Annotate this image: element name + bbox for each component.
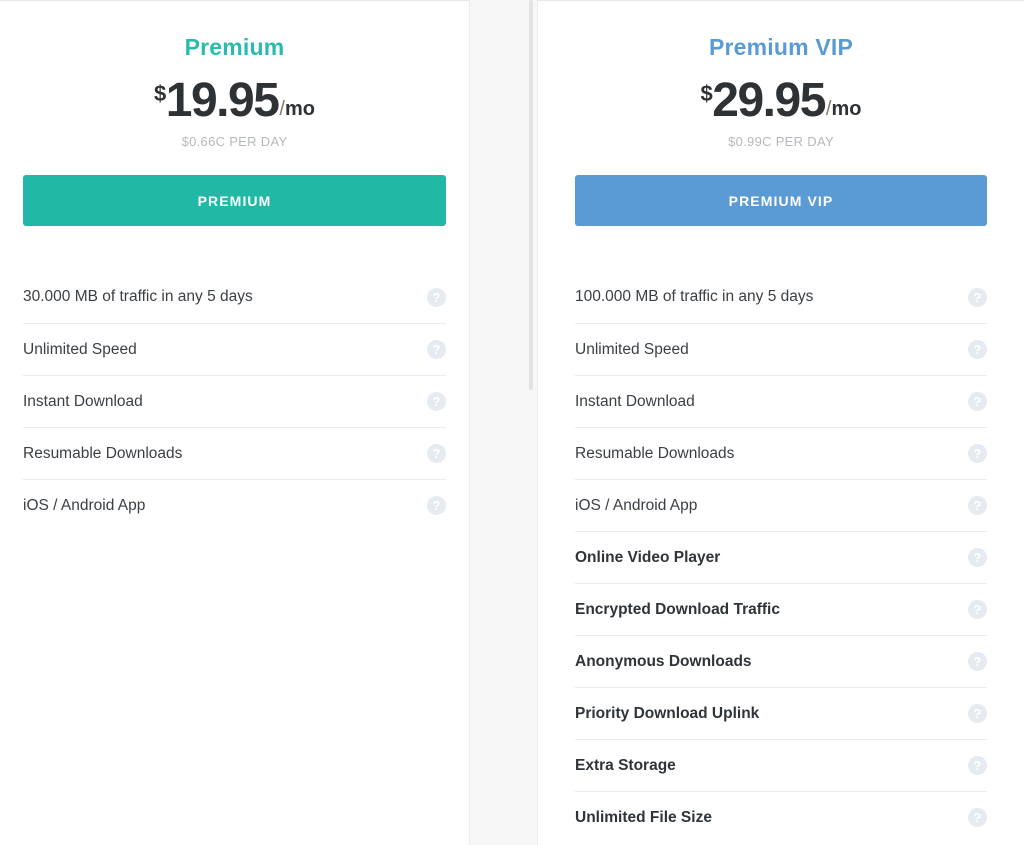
price-period: /mo [826,98,862,120]
feature-label: 30.000 MB of traffic in any 5 days [23,288,253,305]
feature-label: Priority Download Uplink [575,704,760,722]
list-item[interactable]: Anonymous Downloads ? [575,635,987,687]
help-icon[interactable]: ? [968,392,987,411]
help-icon[interactable]: ? [427,340,446,359]
feature-label: iOS / Android App [23,496,146,514]
list-item[interactable]: Unlimited File Size ? [575,791,987,843]
pricing-card-premium: Premium $19.95/mo $0.66C PER DAY PREMIUM… [0,0,470,845]
feature-label: Unlimited Speed [23,340,137,358]
plan-daily-rate: $0.99C PER DAY [728,134,834,149]
feature-label: iOS / Android App [575,496,698,514]
feature-label: Anonymous Downloads [575,652,752,670]
list-item[interactable]: Resumable Downloads ? [23,427,446,479]
feature-label: Instant Download [23,392,143,410]
help-icon[interactable]: ? [968,444,987,463]
help-icon[interactable]: ? [968,704,987,723]
list-item[interactable]: Unlimited Speed ? [575,323,987,375]
list-item[interactable]: Instant Download ? [575,375,987,427]
feature-label: Resumable Downloads [575,444,735,462]
feature-label: Instant Download [575,392,695,410]
help-icon[interactable]: ? [968,808,987,827]
feature-list: 30.000 MB of traffic in any 5 days ? Unl… [23,271,446,531]
list-item[interactable]: 30.000 MB of traffic in any 5 days ? [23,271,446,323]
pricing-card-premium-vip: Premium VIP $29.95/mo $0.99C PER DAY PRE… [537,0,1024,845]
help-icon[interactable]: ? [427,496,446,515]
list-item[interactable]: Unlimited Speed ? [23,323,446,375]
feature-label: Online Video Player [575,548,721,566]
help-icon[interactable]: ? [968,340,987,359]
feature-label: Encrypted Download Traffic [575,600,780,618]
list-item[interactable]: Instant Download ? [23,375,446,427]
list-item[interactable]: Encrypted Download Traffic ? [575,583,987,635]
help-icon[interactable]: ? [968,496,987,515]
feature-list: 100.000 MB of traffic in any 5 days ? Un… [575,271,987,843]
help-icon[interactable]: ? [968,287,987,307]
plan-title: Premium VIP [708,34,854,60]
pricing-page: Premium $19.95/mo $0.66C PER DAY PREMIUM… [0,0,1024,845]
card-gutter [470,0,537,845]
subscribe-premium-button[interactable]: PREMIUM [23,175,446,226]
help-icon[interactable]: ? [427,287,446,307]
feature-label: Extra Storage [575,756,676,774]
plan-title: Premium [184,34,285,60]
feature-label: Unlimited Speed [575,340,689,358]
feature-label: Resumable Downloads [23,444,183,462]
help-icon[interactable]: ? [427,444,446,463]
subscribe-premium-vip-button[interactable]: PREMIUM VIP [575,175,987,226]
price-amount: 29.95 [712,74,826,127]
help-icon[interactable]: ? [427,392,446,411]
help-icon[interactable]: ? [968,600,987,619]
list-item[interactable]: iOS / Android App ? [23,479,446,531]
list-item[interactable]: Priority Download Uplink ? [575,687,987,739]
plan-daily-rate: $0.66C PER DAY [181,134,288,149]
list-item[interactable]: iOS / Android App ? [575,479,987,531]
price-amount: 19.95 [165,74,280,127]
price-period: /mo [279,98,315,120]
plan-price: $19.95/mo [23,77,446,125]
scrollbar-thumb[interactable] [529,0,533,390]
list-item[interactable]: Resumable Downloads ? [575,427,987,479]
list-item[interactable]: Online Video Player ? [575,531,987,583]
price-period-unit: mo [831,98,862,120]
feature-label: 100.000 MB of traffic in any 5 days [575,288,814,305]
price-period-unit: mo [284,98,315,120]
price-currency-symbol: $ [700,81,713,106]
help-icon[interactable]: ? [968,548,987,567]
help-icon[interactable]: ? [968,756,987,775]
plan-price: $29.95/mo [575,77,987,125]
feature-label: Unlimited File Size [575,808,712,826]
list-item[interactable]: Extra Storage ? [575,739,987,791]
list-item[interactable]: 100.000 MB of traffic in any 5 days ? [575,271,987,323]
price-currency-symbol: $ [154,81,166,106]
help-icon[interactable]: ? [968,652,987,671]
